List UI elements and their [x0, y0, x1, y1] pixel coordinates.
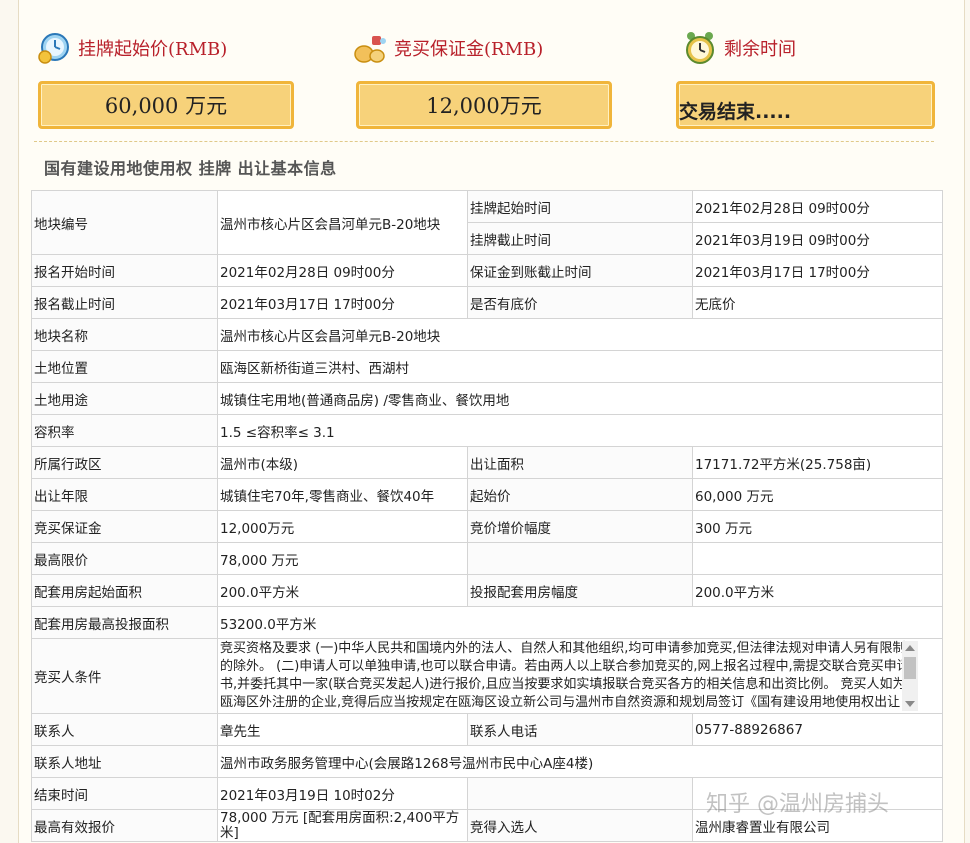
cap-label: 最高限价: [31, 542, 218, 575]
table-row: 地块名称 温州市核心片区会昌河单元B-20地块: [31, 318, 943, 351]
area-value: 17171.72平方米(25.758亩): [692, 446, 943, 479]
far-label: 容积率: [31, 414, 218, 447]
end-time-value: 2021年03月19日 10时02分: [217, 777, 468, 810]
reserve-value: 无底价: [692, 286, 943, 319]
conditions-cell: 竞买资格及要求 (一)中华人民共和国境内外的法人、自然人和其他组织,均可申请参加…: [217, 638, 943, 714]
scroll-down-arrow-icon[interactable]: [905, 701, 915, 707]
table-row: 所属行政区 温州市(本级) 出让面积 17171.72平方米(25.758亩): [31, 446, 943, 479]
housing-start-value: 200.0平方米: [217, 574, 468, 607]
usage-value: 城镇住宅用地(普通商品房) /零售商业、餐饮用地: [217, 382, 943, 415]
housing-max-label: 配套用房最高投报面积: [31, 606, 218, 639]
empty-cell: [692, 542, 943, 575]
scroll-thumb[interactable]: [904, 657, 916, 679]
best-offer-value: 78,000 万元 [配套用房面积:2,400平方米]: [217, 809, 468, 842]
start-price-box: 60,000 万元: [38, 81, 294, 129]
table-row: 报名开始时间 2021年02月28日 09时00分 保证金到账截止时间 2021…: [31, 254, 943, 287]
table-row: 竞买保证金 12,000万元 竞价增价幅度 300 万元: [31, 510, 943, 543]
housing-inc-value: 200.0平方米: [692, 574, 943, 607]
contact-value: 章先生: [217, 713, 468, 746]
table-row: 容积率 1.5 ≤容积率≤ 3.1: [31, 414, 943, 447]
clock-money-icon: [36, 30, 72, 66]
time-header: 剩余时间: [682, 28, 796, 68]
table-row: 最高限价 78,000 万元: [31, 542, 943, 575]
divider: [34, 141, 934, 142]
cap-value: 78,000 万元: [217, 542, 468, 575]
plot-no-value: 温州市核心片区会昌河单元B-20地块: [217, 190, 468, 255]
start-price-row-value: 60,000 万元: [692, 478, 943, 511]
time-box: 交易结束.....: [676, 81, 935, 129]
alarm-clock-icon: [682, 30, 718, 66]
housing-max-value: 53200.0平方米: [217, 606, 943, 639]
list-start-label: 挂牌起始时间: [467, 190, 693, 223]
deposit-header: 竞买保证金(RMB): [352, 28, 543, 68]
usage-label: 土地用途: [31, 382, 218, 415]
empty-cell: [467, 542, 693, 575]
table-row: 联系人地址 温州市政务服务管理中心(会展路1268号温州市民中心A座4楼): [31, 745, 943, 778]
location-label: 土地位置: [31, 350, 218, 383]
deposit-box: 12,000万元: [356, 81, 612, 129]
address-label: 联系人地址: [31, 745, 218, 778]
money-bag-icon: [352, 30, 388, 66]
deposit-label: 竞买保证金(RMB): [394, 39, 544, 60]
time-label: 剩余时间: [724, 39, 796, 60]
conditions-scrollbar[interactable]: [902, 641, 918, 711]
table-row: 出让年限 城镇住宅70年,零售商业、餐饮40年 起始价 60,000 万元: [31, 478, 943, 511]
increment-value: 300 万元: [692, 510, 943, 543]
area-label: 出让面积: [467, 446, 693, 479]
housing-inc-label: 投报配套用房幅度: [467, 574, 693, 607]
location-value: 瓯海区新桥街道三洪村、西湖村: [217, 350, 943, 383]
increment-label: 竞价增价幅度: [467, 510, 693, 543]
list-start-value: 2021年02月28日 09时00分: [692, 190, 943, 223]
table-row: 土地位置 瓯海区新桥街道三洪村、西湖村: [31, 350, 943, 383]
conditions-text: 竞买资格及要求 (一)中华人民共和国境内外的法人、自然人和其他组织,均可申请参加…: [220, 641, 910, 710]
start-price-row-label: 起始价: [467, 478, 693, 511]
winner-label: 竞得入选人: [467, 809, 693, 842]
far-value: 1.5 ≤容积率≤ 3.1: [217, 414, 943, 447]
housing-start-label: 配套用房起始面积: [31, 574, 218, 607]
plot-name-label: 地块名称: [31, 318, 218, 351]
table-row: 地块编号 温州市核心片区会昌河单元B-20地块 挂牌起始时间 2021年02月2…: [31, 190, 943, 255]
empty-cell: [467, 777, 693, 810]
plot-name-value: 温州市核心片区会昌河单元B-20地块: [217, 318, 943, 351]
phone-label: 联系人电话: [467, 713, 693, 746]
list-end-value: 2021年03月19日 09时00分: [692, 222, 943, 255]
scroll-up-arrow-icon[interactable]: [905, 645, 915, 651]
deposit-deadline-label: 保证金到账截止时间: [467, 254, 693, 287]
table-row: 竞买人条件 竞买资格及要求 (一)中华人民共和国境内外的法人、自然人和其他组织,…: [31, 638, 943, 714]
reg-start-value: 2021年02月28日 09时00分: [217, 254, 468, 287]
plot-no-label: 地块编号: [31, 190, 218, 255]
deposit-row-value: 12,000万元: [217, 510, 468, 543]
reg-end-value: 2021年03月17日 17时00分: [217, 286, 468, 319]
district-label: 所属行政区: [31, 446, 218, 479]
list-end-label: 挂牌截止时间: [467, 222, 693, 255]
start-price-header: 挂牌起始价(RMB): [36, 28, 227, 68]
district-value: 温州市(本级): [217, 446, 468, 479]
table-row: 配套用房最高投报面积 53200.0平方米: [31, 606, 943, 639]
address-value: 温州市政务服务管理中心(会展路1268号温州市民中心A座4楼): [217, 745, 943, 778]
table-row: 土地用途 城镇住宅用地(普通商品房) /零售商业、餐饮用地: [31, 382, 943, 415]
reserve-label: 是否有底价: [467, 286, 693, 319]
reg-start-label: 报名开始时间: [31, 254, 218, 287]
watermark: 知乎 @温州房捕头: [706, 792, 889, 817]
start-price-label: 挂牌起始价(RMB): [78, 39, 228, 60]
table-row: 报名截止时间 2021年03月17日 17时00分 是否有底价 无底价: [31, 286, 943, 319]
contact-label: 联系人: [31, 713, 218, 746]
deposit-row-label: 竞买保证金: [31, 510, 218, 543]
reg-end-label: 报名截止时间: [31, 286, 218, 319]
term-value: 城镇住宅70年,零售商业、餐饮40年: [217, 478, 468, 511]
term-label: 出让年限: [31, 478, 218, 511]
end-time-label: 结束时间: [31, 777, 218, 810]
info-table: 地块编号 温州市核心片区会昌河单元B-20地块 挂牌起始时间 2021年02月2…: [31, 190, 943, 842]
conditions-label: 竞买人条件: [31, 638, 218, 714]
deposit-deadline-value: 2021年03月17日 17时00分: [692, 254, 943, 287]
section-title: 国有建设用地使用权 挂牌 出让基本信息: [44, 159, 337, 178]
phone-value: 0577-88926867: [692, 713, 943, 746]
table-row: 联系人 章先生 联系人电话 0577-88926867: [31, 713, 943, 746]
table-row: 配套用房起始面积 200.0平方米 投报配套用房幅度 200.0平方米: [31, 574, 943, 607]
best-offer-label: 最高有效报价: [31, 809, 218, 842]
